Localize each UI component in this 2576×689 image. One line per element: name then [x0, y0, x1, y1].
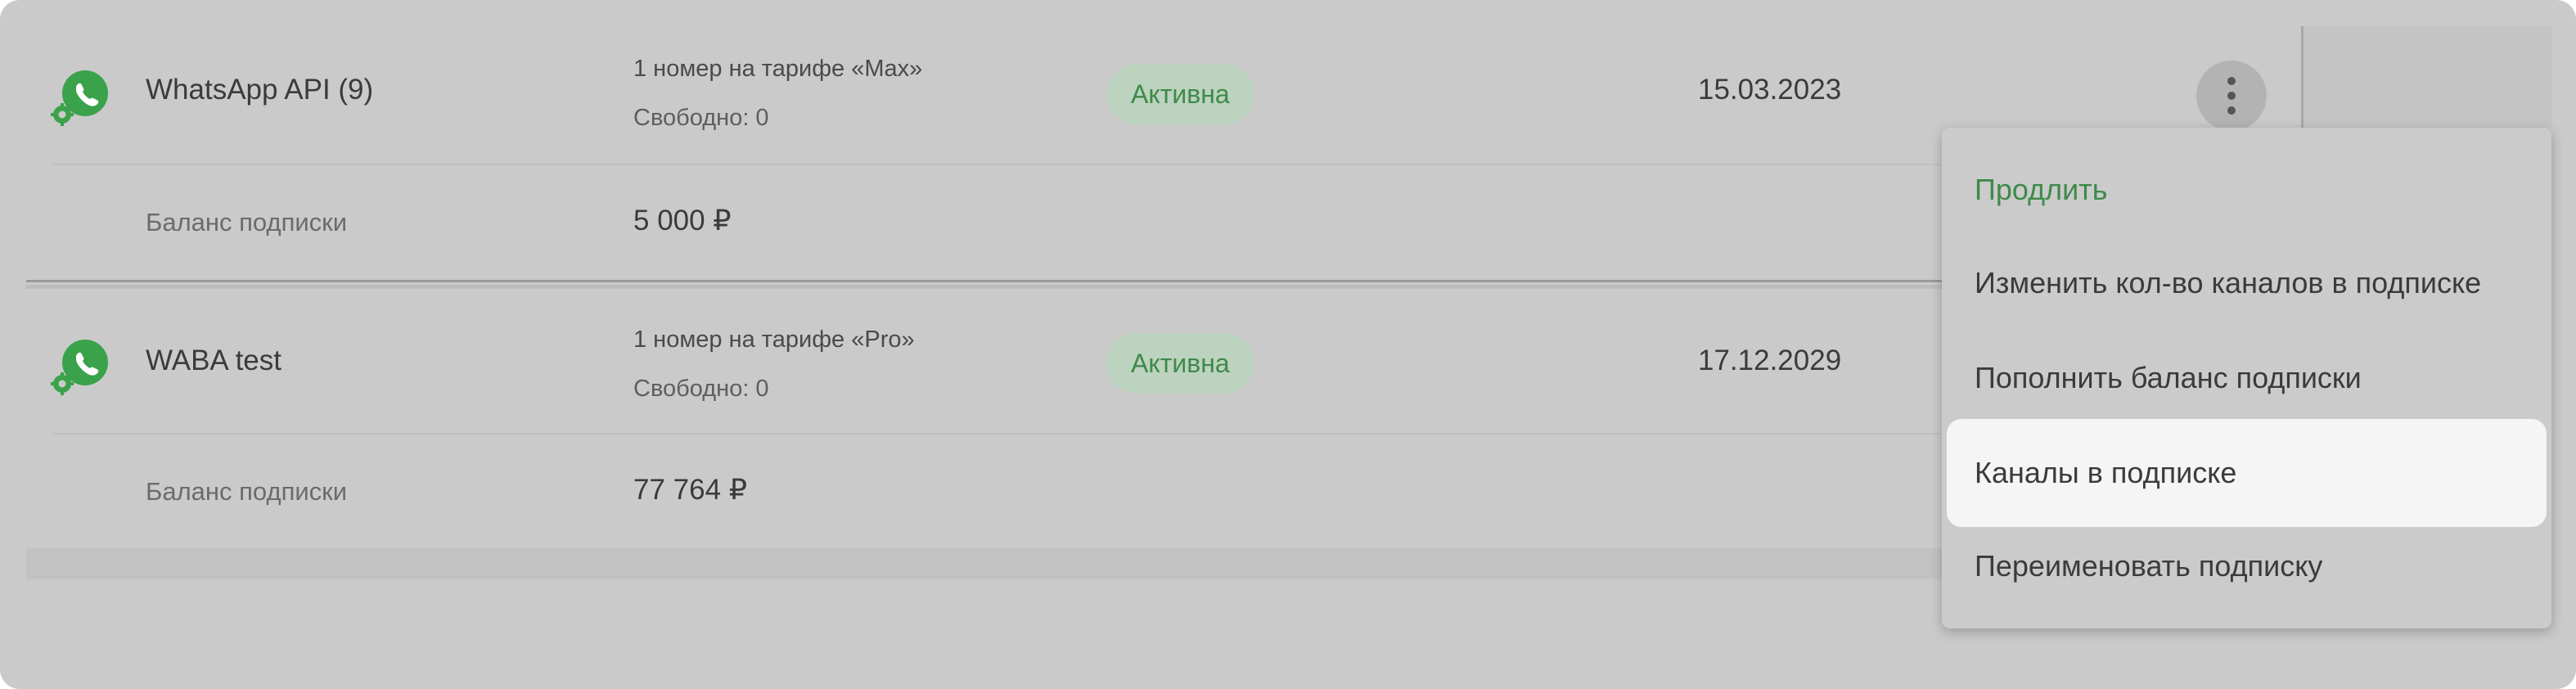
subscription-row: WhatsApp API (9) 1 номер на тарифе «Max»… [26, 0, 2154, 282]
whatsapp-settings-icon [51, 70, 108, 126]
menu-item-label: Переименовать подписку [1975, 549, 2323, 583]
subscription-tariff: 1 номер на тарифе «Max» [633, 56, 923, 82]
subscription-date: 17.12.2029 [1698, 344, 1842, 376]
menu-item-label: Пополнить баланс подписки [1975, 361, 2362, 394]
subscription-free-slots: Свободно: 0 [633, 376, 769, 402]
table-side-cell [2301, 26, 2552, 128]
status-badge: Активна [1106, 64, 1254, 124]
menu-item-subscription-channels[interactable]: Каналы в подписке [1947, 419, 2547, 527]
menu-item-top-up-balance[interactable]: Пополнить баланс подписки [1942, 331, 2551, 426]
menu-item-label: Продлить [1975, 173, 2108, 206]
subscription-name[interactable]: WhatsApp API (9) [146, 74, 373, 106]
dot-icon [2227, 77, 2236, 85]
menu-item-extend[interactable]: Продлить [1942, 142, 2551, 237]
subscription-name[interactable]: WABA test [146, 344, 281, 377]
menu-item-label: Каналы в подписке [1975, 456, 2237, 489]
menu-item-change-channel-count[interactable]: Изменить кол-во каналов в подписке [1942, 236, 2551, 331]
menu-item-rename-subscription[interactable]: Переименовать подписку [1942, 519, 2551, 614]
menu-item-label: Изменить кол-во каналов в подписке [1975, 266, 2482, 299]
more-options-button[interactable] [2196, 61, 2267, 131]
dot-icon [2227, 92, 2236, 100]
subscription-actions-menu: Продлить Изменить кол-во каналов в подпи… [1942, 128, 2551, 628]
subscription-free-slots: Свободно: 0 [633, 105, 769, 131]
subscription-tariff: 1 номер на тарифе «Pro» [633, 326, 915, 353]
balance-value: 77 764 ₽ [633, 474, 748, 506]
whatsapp-settings-icon [51, 340, 108, 395]
balance-label: Баланс подписки [146, 477, 348, 506]
subscription-row: WABA test 1 номер на тарифе «Pro» Свобод… [26, 285, 2154, 552]
row-divider [52, 433, 2154, 435]
balance-value: 5 000 ₽ [633, 205, 732, 236]
table-footer [26, 548, 2154, 579]
status-badge: Активна [1106, 333, 1254, 394]
subscriptions-page: WhatsApp API (9) 1 номер на тарифе «Max»… [0, 0, 2576, 689]
balance-label: Баланс подписки [146, 208, 348, 236]
dot-icon [2227, 106, 2236, 115]
row-divider [52, 164, 2154, 165]
subscription-date: 15.03.2023 [1698, 74, 1842, 106]
